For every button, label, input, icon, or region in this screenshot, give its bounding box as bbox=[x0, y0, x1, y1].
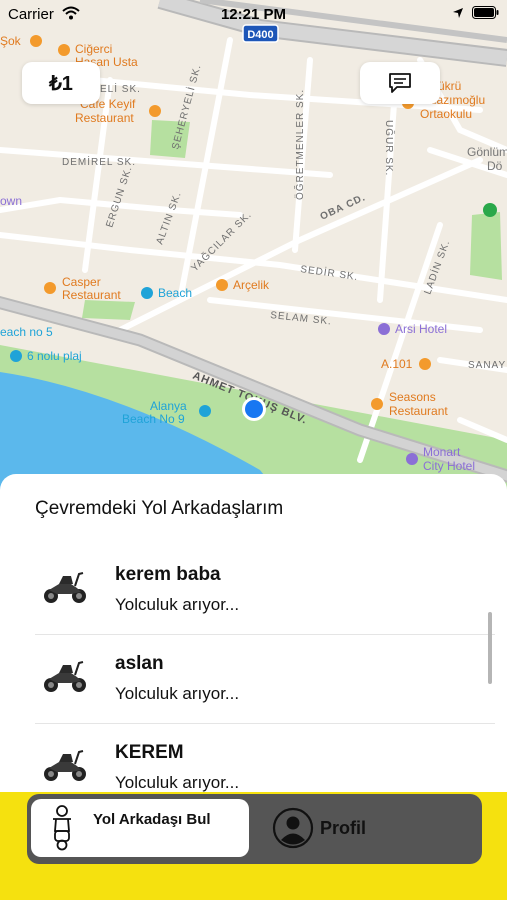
poi-label: Şok bbox=[0, 34, 22, 48]
street-label: UĞUR SK. bbox=[383, 120, 396, 176]
companion-status: Yolculuk arıyor... bbox=[115, 773, 240, 792]
poi-label: Beach No 9 bbox=[122, 412, 185, 426]
panel-title: Çevremdeki Yol Arkadaşlarım bbox=[35, 498, 284, 519]
companion-name: aslan bbox=[115, 653, 164, 674]
poi-label: Monart bbox=[423, 445, 461, 459]
poi-label: Restaurant bbox=[62, 288, 121, 302]
clock: 12:21 PM bbox=[220, 6, 287, 23]
companion-status: Yolculuk arıyor... bbox=[115, 684, 240, 703]
rider-icon bbox=[53, 805, 71, 851]
messages-button[interactable] bbox=[360, 62, 440, 104]
battery-icon bbox=[472, 6, 499, 19]
tab-find-companion[interactable]: Yol Arkadaşı Bul bbox=[31, 799, 249, 857]
street-label: ÖĞRETMENLER SK. bbox=[293, 89, 306, 200]
companion-list[interactable]: kerem baba Yolculuk arıyor... aslan Yolc… bbox=[35, 546, 495, 792]
companion-name: KEREM bbox=[115, 742, 184, 763]
nearby-companions-panel: Çevremdeki Yol Arkadaşlarım kerem baba Y… bbox=[0, 474, 507, 792]
poi-label: Restaurant bbox=[75, 111, 134, 125]
chat-icon bbox=[389, 73, 411, 93]
poi-label: Restaurant bbox=[389, 404, 448, 418]
poi-label: Dö bbox=[487, 159, 503, 173]
street-label: ELİ SK. bbox=[100, 82, 141, 95]
poi-label: Arçelik bbox=[233, 278, 270, 292]
poi-label: Casper bbox=[62, 275, 101, 289]
poi-label: A.101 bbox=[381, 357, 413, 371]
balance-label: ₺1 bbox=[49, 72, 73, 95]
poi-label: Seasons bbox=[389, 390, 436, 404]
profile-icon bbox=[272, 807, 314, 849]
status-bar: Carrier 12:21 PM bbox=[0, 0, 507, 28]
poi-label: each no 5 bbox=[0, 325, 53, 339]
street-label: SANAYİ bbox=[468, 358, 507, 371]
poi-label: Beach bbox=[158, 286, 192, 300]
poi-label: 6 nolu plaj bbox=[27, 349, 82, 363]
balance-button[interactable]: ₺1 bbox=[22, 62, 100, 104]
poi-label: City Hotel bbox=[423, 459, 475, 473]
scooter-icon bbox=[44, 661, 86, 692]
scooter-icon bbox=[44, 750, 86, 781]
poi-label: Arsi Hotel bbox=[395, 322, 447, 336]
road-shield-label: D400 bbox=[247, 29, 273, 41]
list-scrollbar[interactable] bbox=[488, 612, 492, 684]
poi-label: Gönlüm bbox=[467, 145, 507, 159]
companion-name: kerem baba bbox=[115, 564, 221, 585]
tab-label: Profil bbox=[320, 818, 367, 838]
companion-status: Yolculuk arıyor... bbox=[115, 595, 240, 614]
list-item[interactable]: kerem baba Yolculuk arıyor... bbox=[35, 546, 495, 635]
scooter-icon bbox=[44, 572, 86, 603]
tab-label: Yol Arkadaşı Bul bbox=[93, 811, 211, 828]
tab-profile[interactable]: Profil bbox=[270, 802, 470, 856]
poi-label: Alanya bbox=[150, 399, 187, 413]
poi-label: Ortaokulu bbox=[420, 107, 472, 121]
poi-label: own bbox=[0, 194, 22, 208]
location-arrow-icon bbox=[453, 7, 463, 18]
list-item[interactable]: KEREM Yolculuk arıyor... bbox=[35, 724, 495, 792]
poi-label: Ciğerci bbox=[75, 42, 112, 56]
list-item[interactable]: aslan Yolculuk arıyor... bbox=[35, 635, 495, 724]
